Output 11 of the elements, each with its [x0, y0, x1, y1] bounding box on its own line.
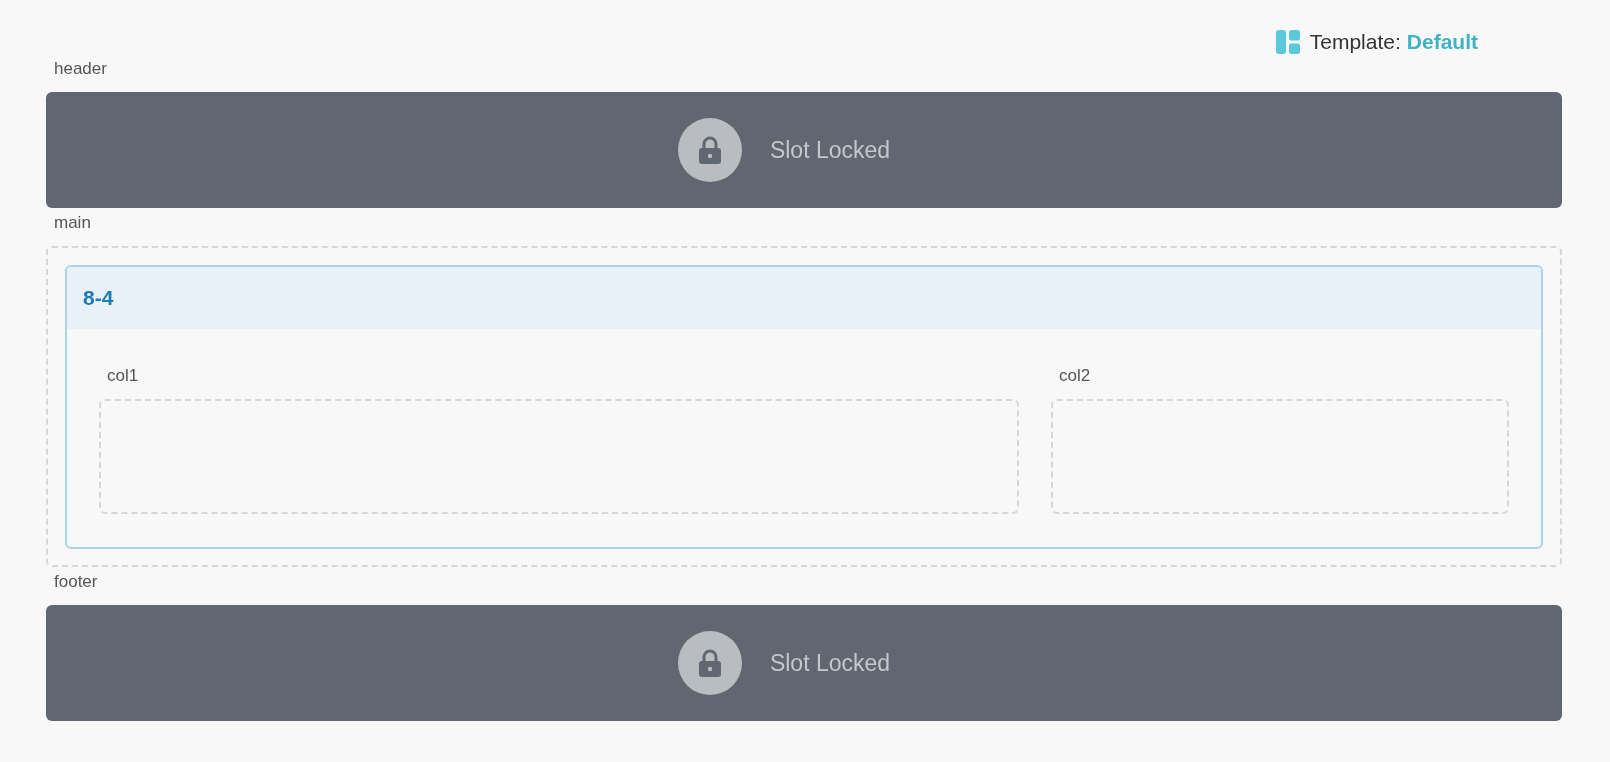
slot-status: Slot Locked [769, 135, 892, 165]
column-label: col2 [1058, 365, 1092, 385]
layout-icon [1275, 30, 1300, 54]
layout-title: 8-4 [67, 267, 1541, 329]
slot-label: header [53, 58, 108, 80]
slot-label: main [53, 212, 92, 234]
template-label: Template: [1309, 29, 1401, 56]
slot-status: Slot Locked [769, 648, 892, 678]
template-link[interactable]: Default [1406, 26, 1478, 58]
column-label: col1 [106, 365, 140, 385]
slot-label: footer [53, 571, 99, 593]
